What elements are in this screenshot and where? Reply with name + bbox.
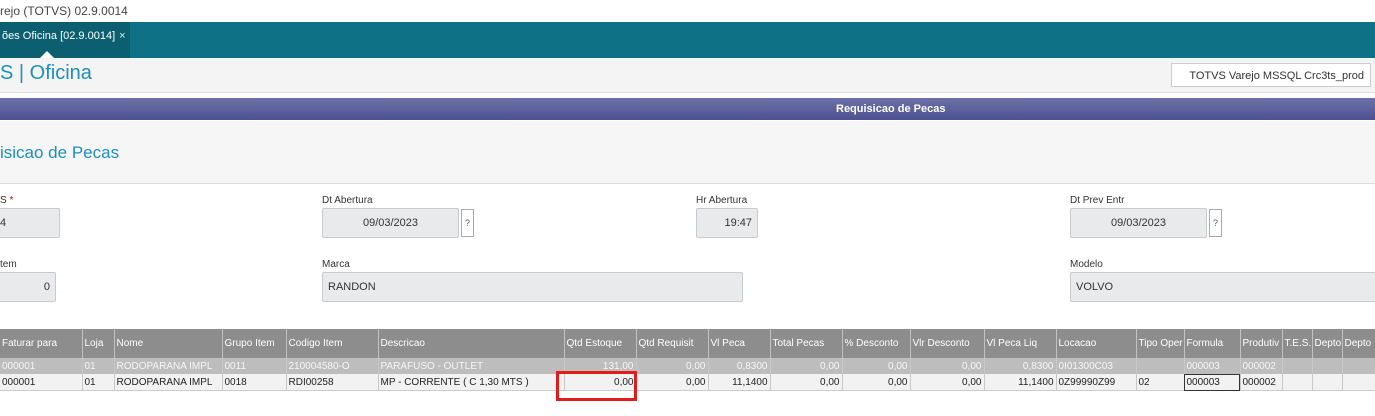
- marca-field[interactable]: RANDON: [322, 272, 743, 302]
- col-grupo-item[interactable]: Grupo Item: [222, 329, 287, 358]
- dt-abertura-label: Dt Abertura: [322, 195, 373, 206]
- cell[interactable]: 0,00: [910, 358, 985, 374]
- cell[interactable]: 0,8300: [984, 358, 1057, 374]
- dt-prev-entr-help-button[interactable]: ?: [1209, 209, 1222, 237]
- section-title: Requisicao de Pecas: [836, 103, 946, 115]
- cell[interactable]: 11,1400: [984, 374, 1057, 391]
- modelo-label: Modelo: [1070, 259, 1103, 270]
- col-codigo-item[interactable]: Codigo Item: [286, 329, 379, 358]
- formula-cell-selected[interactable]: 000003: [1184, 374, 1241, 391]
- cell[interactable]: MP - CORRENTE ( C 1,30 MTS ): [378, 374, 565, 391]
- col-descricao[interactable]: Descricao: [378, 329, 565, 358]
- cell[interactable]: [1136, 358, 1185, 374]
- pecas-grid: Faturar para Loja Nome Grupo Item Codigo…: [0, 329, 1375, 391]
- cell[interactable]: 01: [82, 358, 115, 374]
- tab-label: ões Oficina [02.9.0014]: [2, 30, 116, 42]
- cell[interactable]: 0,00: [636, 358, 709, 374]
- cell[interactable]: 000002: [1240, 374, 1283, 391]
- col-desconto-pct[interactable]: % Desconto: [842, 329, 911, 358]
- item-field[interactable]: 0: [0, 272, 56, 302]
- col-loja[interactable]: Loja: [82, 329, 115, 358]
- dt-prev-entr-field[interactable]: 09/03/2023: [1070, 208, 1207, 238]
- close-icon[interactable]: ×: [119, 30, 125, 42]
- col-produtiv[interactable]: Produtiv: [1240, 329, 1283, 358]
- environment-label: TOTVS Varejo MSSQL Crc3ts_prod: [1171, 63, 1371, 87]
- col-vlr-desconto[interactable]: Vlr Desconto: [910, 329, 985, 358]
- cell[interactable]: 0Z99990Z99: [1056, 374, 1137, 391]
- modelo-field[interactable]: VOLVO: [1070, 272, 1375, 302]
- cell[interactable]: 0,00: [910, 374, 985, 391]
- col-total-pecas[interactable]: Total Pecas: [770, 329, 843, 358]
- col-vl-peca[interactable]: Vl Peca: [708, 329, 771, 358]
- cell[interactable]: PARAFUSO - OUTLET: [378, 358, 565, 374]
- cell[interactable]: 0I01300C03: [1056, 358, 1137, 374]
- cell[interactable]: 01: [82, 374, 115, 391]
- cell[interactable]: RDI00258: [286, 374, 379, 391]
- col-tipo-oper[interactable]: Tipo Oper: [1136, 329, 1185, 358]
- cell[interactable]: 0,00: [842, 374, 911, 391]
- cell[interactable]: 000002: [1240, 358, 1283, 374]
- marca-label: Marca: [322, 259, 350, 270]
- col-depto[interactable]: Depto: [1312, 329, 1343, 358]
- cell[interactable]: [1342, 358, 1375, 374]
- qtd-estoque-cell-highlighted[interactable]: 0,00: [564, 374, 637, 391]
- table-row[interactable]: 000001 01 RODOPARANA IMPL 0018 RDI00258 …: [0, 374, 1375, 391]
- cell[interactable]: 0011: [222, 358, 287, 374]
- cell[interactable]: 0,00: [842, 358, 911, 374]
- cell[interactable]: 000003: [1184, 358, 1241, 374]
- cell[interactable]: 0,00: [770, 358, 843, 374]
- window-title: rejo (TOTVS) 02.9.0014: [0, 4, 128, 18]
- cell[interactable]: [1312, 358, 1343, 374]
- os-field[interactable]: 4: [0, 208, 60, 238]
- cell[interactable]: [1342, 374, 1375, 391]
- col-qtd-requisit[interactable]: Qtd Requisit: [636, 329, 709, 358]
- table-row[interactable]: 000001 01 RODOPARANA IMPL 0011 210004580…: [0, 358, 1375, 374]
- active-tab-indicator: [40, 51, 54, 58]
- app-name: S | Oficina: [0, 62, 92, 84]
- cell[interactable]: 0,8300: [708, 358, 771, 374]
- cell[interactable]: [1282, 374, 1313, 391]
- hr-abertura-field[interactable]: 19:47: [696, 208, 758, 238]
- col-tes[interactable]: T.E.S.: [1282, 329, 1313, 358]
- col-depto-2[interactable]: Depto: [1342, 329, 1375, 358]
- grid-header-row: Faturar para Loja Nome Grupo Item Codigo…: [0, 329, 1375, 358]
- cell[interactable]: 131,00: [564, 358, 637, 374]
- cell[interactable]: 000001: [0, 358, 83, 374]
- cell[interactable]: 0,00: [770, 374, 843, 391]
- col-vl-peca-liq[interactable]: Vl Peca Liq: [984, 329, 1057, 358]
- dt-abertura-help-button[interactable]: ?: [461, 209, 474, 237]
- cell[interactable]: 0,00: [636, 374, 709, 391]
- hr-abertura-label: Hr Abertura: [696, 195, 748, 206]
- window-titlebar: rejo (TOTVS) 02.9.0014: [0, 0, 1375, 22]
- col-faturar-para[interactable]: Faturar para: [0, 329, 83, 358]
- dt-abertura-field[interactable]: 09/03/2023: [322, 208, 459, 238]
- item-label: tem: [0, 259, 17, 270]
- col-nome[interactable]: Nome: [114, 329, 223, 358]
- col-formula[interactable]: Formula: [1184, 329, 1241, 358]
- tab-bar: ões Oficina [02.9.0014] ×: [0, 22, 1375, 58]
- dt-prev-entr-label: Dt Prev Entr: [1070, 195, 1125, 206]
- app-header: S | Oficina TOTVS Varejo MSSQL Crc3ts_pr…: [0, 58, 1375, 93]
- cell[interactable]: RODOPARANA IMPL: [114, 358, 223, 374]
- col-qtd-estoque[interactable]: Qtd Estoque: [564, 329, 637, 358]
- cell[interactable]: 11,1400: [708, 374, 771, 391]
- col-locacao[interactable]: Locacao: [1056, 329, 1137, 358]
- os-label: S *: [0, 195, 14, 206]
- cell[interactable]: 02: [1136, 374, 1185, 391]
- cell[interactable]: 000001: [0, 374, 83, 391]
- cell[interactable]: RODOPARANA IMPL: [114, 374, 223, 391]
- cell[interactable]: 210004580-O: [286, 358, 379, 374]
- tab-oficina[interactable]: ões Oficina [02.9.0014] ×: [0, 22, 130, 58]
- required-marker: *: [9, 195, 14, 206]
- cell[interactable]: [1312, 374, 1343, 391]
- section-bar: Requisicao de Pecas: [0, 98, 1375, 120]
- cell[interactable]: [1282, 358, 1313, 374]
- form-header: isicao de Pecas: [0, 121, 1375, 184]
- cell[interactable]: 0018: [222, 374, 287, 391]
- form-title: isicao de Pecas: [0, 143, 120, 162]
